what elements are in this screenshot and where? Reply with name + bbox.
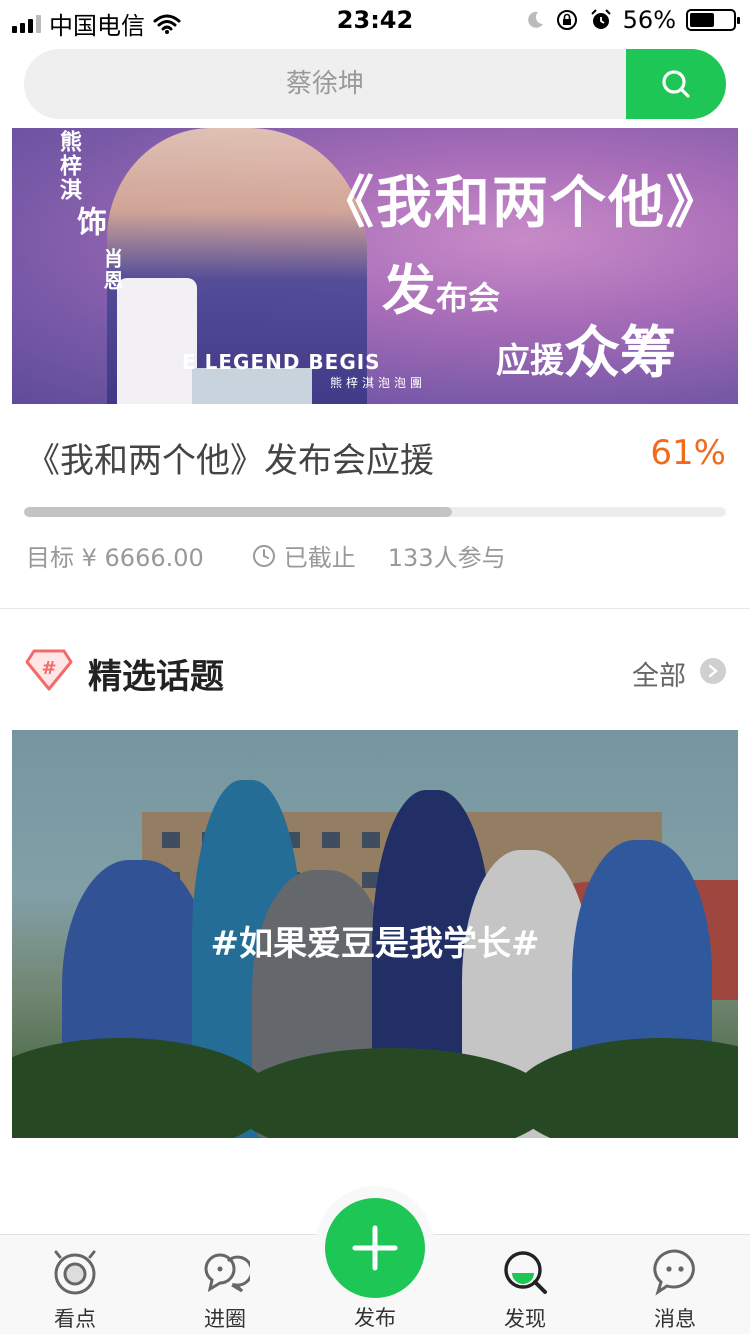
banner-line2-big: 发 (382, 259, 436, 322)
featured-topics-title: 精选话题 (88, 657, 224, 697)
crowdfund-target: 目标 ¥ 6666.00 (26, 544, 204, 572)
tab-label: 发现 (504, 1307, 546, 1331)
status-right: 56% (525, 6, 740, 34)
discover-icon (504, 1251, 547, 1294)
tab-faxian[interactable]: 发现 (450, 1235, 600, 1334)
banner-line2: 发布会 (382, 246, 500, 325)
tab-label: 消息 (654, 1307, 696, 1331)
eye-icon (54, 1250, 96, 1295)
battery-icon (686, 9, 740, 31)
banner-credit: 熊梓淇泡泡團 (330, 376, 427, 390)
topic-card[interactable]: #如果爱豆是我学长# (12, 730, 738, 1138)
tab-label: 看点 (54, 1307, 96, 1331)
crowdfund-participants: 133人参与 (387, 544, 506, 572)
banner-line3-small: 应援 (496, 341, 564, 381)
svg-text:#: # (41, 658, 56, 679)
section-divider (0, 608, 750, 609)
crowdfund-status: 已截止 (283, 544, 356, 572)
crowdfund-banner[interactable]: 熊梓淇 饰 肖恩 《我和两个他》 发布会 应援众筹 E LEGEND BEGIS… (12, 128, 738, 404)
search-button[interactable] (626, 49, 726, 119)
banner-line3: 应援众筹 (496, 308, 676, 389)
tab-xiaoxi[interactable]: 消息 (600, 1235, 750, 1334)
clock-icon (252, 544, 275, 567)
topic-label: #如果爱豆是我学长# (210, 924, 540, 964)
battery-percent: 56% (622, 6, 676, 34)
publish-label: 发布 (354, 1306, 396, 1330)
publish-button[interactable] (325, 1198, 425, 1298)
circle-chat-icon (204, 1253, 250, 1293)
moon-icon (527, 11, 543, 28)
crowdfund-meta: 目标 ¥ 6666.00 已截止 133人参与 (26, 538, 506, 573)
hashtag-badge-icon: # (25, 649, 73, 691)
tab-label: 进圈 (204, 1307, 246, 1331)
banner-line3-big: 众筹 (564, 321, 676, 386)
banner-line2-small: 布会 (436, 279, 501, 317)
crowdfund-percent: 61% (650, 433, 726, 473)
banner-role: 肖恩 (100, 248, 124, 292)
crowdfund-progress (24, 507, 726, 517)
rotation-lock-icon (556, 10, 577, 30)
tab-jinquan[interactable]: 进圈 (150, 1235, 300, 1334)
banner-plays: 饰 (71, 206, 106, 238)
search-bar (24, 49, 726, 119)
banner-actor-name: 熊梓淇 (56, 130, 81, 202)
banner-shirt-text: E LEGEND BEGIS (182, 350, 381, 374)
banner-sleeve (117, 278, 197, 404)
chevron-right-icon[interactable] (700, 658, 726, 684)
tab-kandian[interactable]: 看点 (0, 1235, 150, 1334)
crowdfund-title[interactable]: 《我和两个他》发布会应援 (26, 433, 434, 482)
view-all-link[interactable]: 全部 (632, 654, 686, 693)
status-bar: 中国电信 23:42 56% (0, 0, 750, 40)
search-input[interactable] (24, 49, 626, 119)
message-icon (653, 1249, 695, 1296)
search-icon (662, 70, 690, 98)
crowdfund-progress-fill (24, 507, 453, 517)
plus-icon (352, 1225, 398, 1271)
banner-title: 《我和两个他》 (318, 171, 724, 236)
alarm-icon (590, 9, 611, 29)
